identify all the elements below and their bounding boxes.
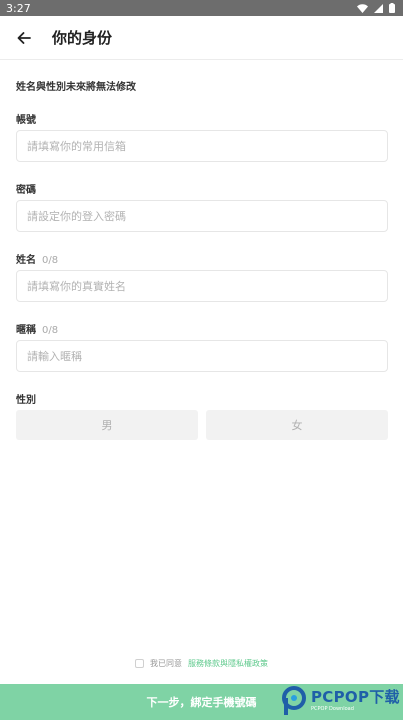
terms-link[interactable]: 服務條款與隱私權政策 (188, 658, 268, 669)
password-field-box (16, 200, 388, 232)
name-field-box (16, 270, 388, 302)
signal-icon (374, 3, 383, 13)
name-char-count: 0/8 (42, 255, 59, 266)
password-label-text: 密碼 (16, 185, 36, 196)
password-label: 密碼 (16, 181, 36, 196)
nickname-label-text: 暱稱 (16, 325, 36, 336)
gender-options: 男 女 (16, 410, 388, 440)
edit-notice: 姓名與性別未來將無法修改 (16, 82, 136, 93)
pcpop-logo-icon (282, 686, 306, 715)
name-input[interactable] (27, 279, 387, 293)
account-label: 帳號 (16, 111, 36, 126)
back-button[interactable] (0, 16, 48, 60)
watermark-text: PCPOP下载 PCPOP Download (311, 690, 400, 712)
gender-label: 性別 (16, 391, 36, 406)
page-title: 你的身份 (52, 29, 113, 47)
nickname-char-count: 0/8 (42, 325, 59, 336)
account-input[interactable] (27, 139, 387, 153)
wifi-icon (357, 3, 368, 13)
name-label-text: 姓名 (16, 255, 36, 266)
nickname-label: 暱稱 0/8 (16, 321, 58, 336)
gender-female-button[interactable]: 女 (206, 410, 388, 440)
app-bar: 你的身份 (0, 16, 403, 60)
agreement-checkbox[interactable] (135, 659, 144, 668)
gender-male-button[interactable]: 男 (16, 410, 198, 440)
watermark-brand: PCPOP下载 (311, 688, 400, 706)
agreement-row: 我已同意 服務條款與隱私權政策 (0, 658, 403, 669)
battery-icon (389, 3, 395, 13)
nickname-field-box (16, 340, 388, 372)
agreement-prefix: 我已同意 (150, 659, 182, 668)
watermark-sub: PCPOP Download (311, 706, 354, 712)
name-label: 姓名 0/8 (16, 251, 58, 266)
password-input[interactable] (27, 209, 387, 223)
arrow-left-icon (17, 31, 31, 44)
watermark: PCPOP下载 PCPOP Download (275, 682, 403, 720)
nickname-input[interactable] (27, 349, 387, 363)
gender-label-text: 性別 (16, 395, 36, 406)
status-bar: 3:27 (0, 0, 403, 16)
status-time: 3:27 (6, 1, 31, 15)
account-field-box (16, 130, 388, 162)
account-label-text: 帳號 (16, 115, 36, 126)
status-icons (357, 3, 395, 13)
